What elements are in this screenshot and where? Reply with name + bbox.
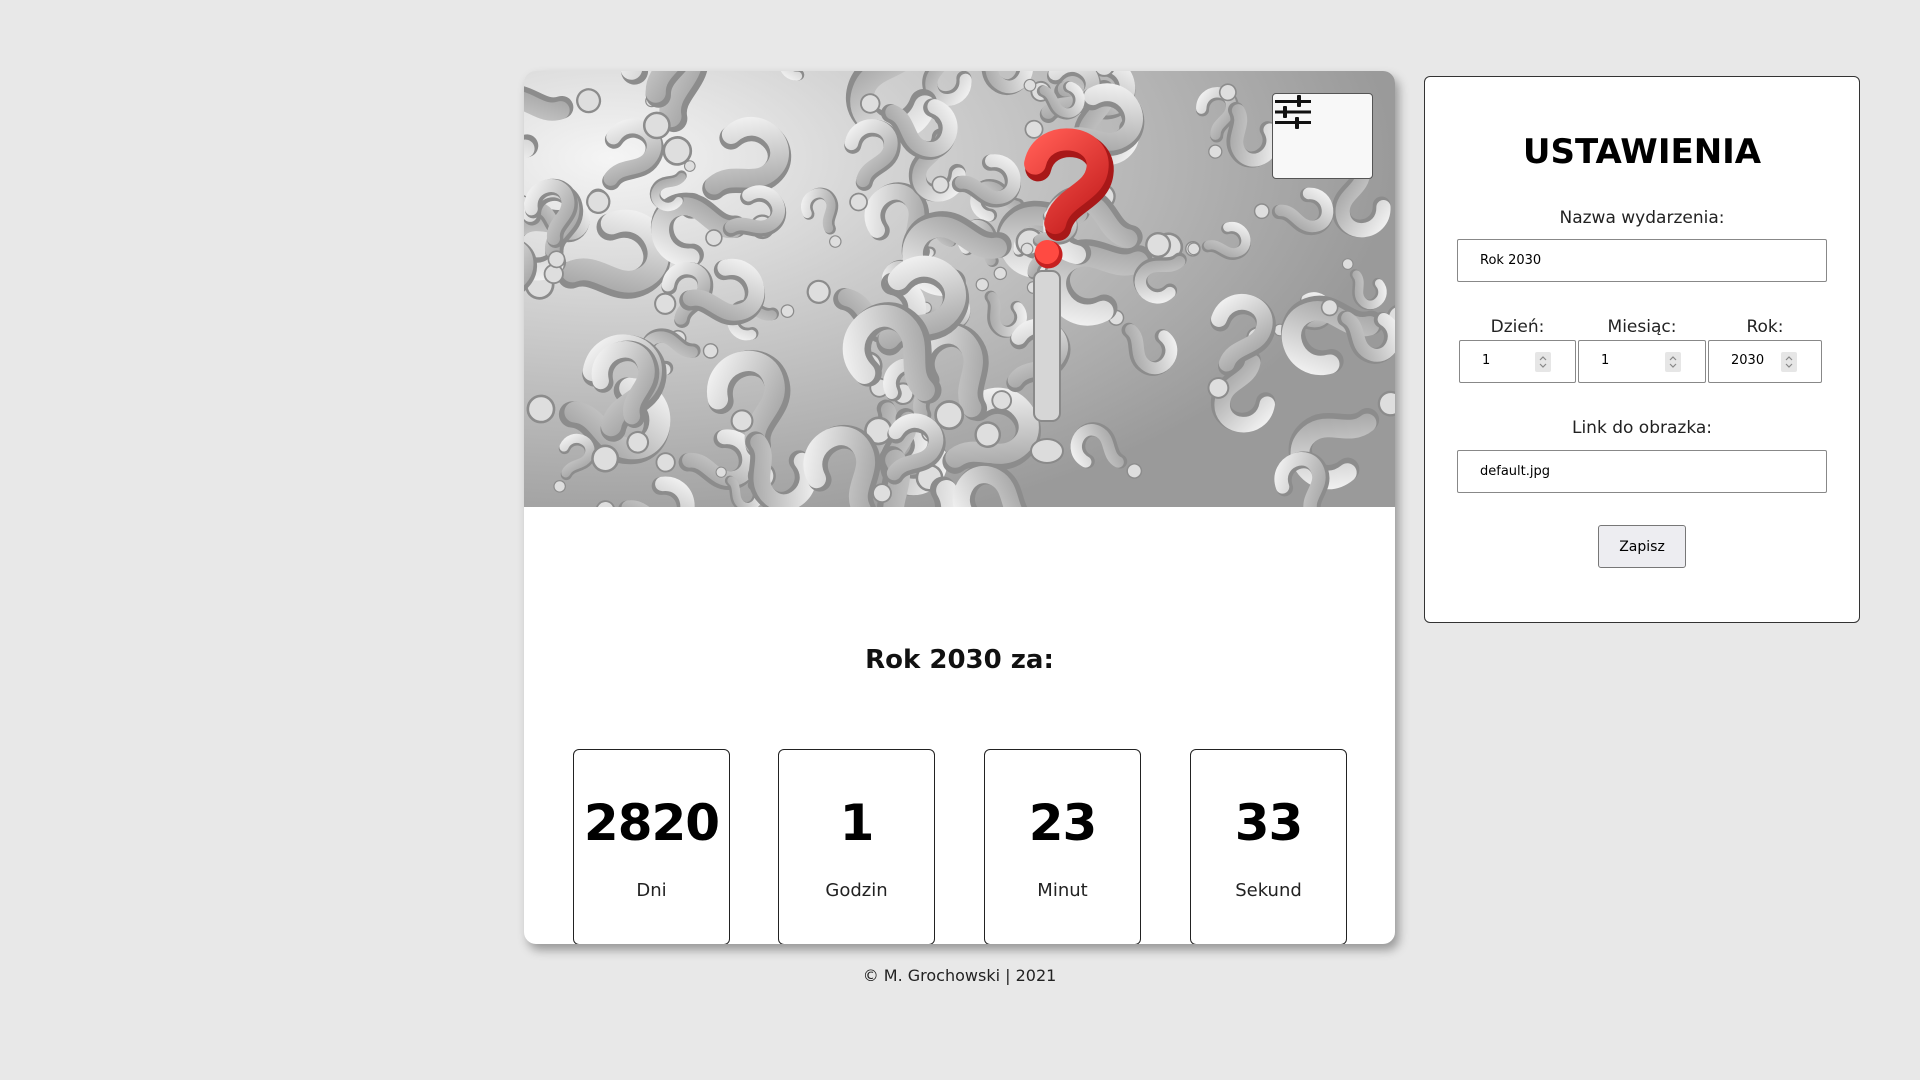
image-link-input[interactable] bbox=[1457, 450, 1827, 493]
settings-title: USTAWIENIA bbox=[1522, 132, 1762, 172]
counter-label: Minut bbox=[1037, 880, 1088, 901]
save-button[interactable]: Zapisz bbox=[1598, 525, 1686, 568]
question-marks-image bbox=[524, 71, 1395, 507]
spinner-arrows-icon bbox=[1785, 356, 1793, 368]
counter-seconds: 33 Sekund bbox=[1190, 749, 1347, 944]
counter-days: 2820 Dni bbox=[573, 749, 730, 944]
day-label: Dzień: bbox=[1490, 317, 1545, 337]
year-value: 2030 bbox=[1731, 353, 1765, 368]
counter-value: 23 bbox=[1028, 794, 1098, 852]
day-spinner[interactable] bbox=[1535, 352, 1551, 372]
counter-label: Dni bbox=[636, 880, 667, 901]
year-spinner[interactable] bbox=[1781, 352, 1797, 372]
settings-panel: USTAWIENIA Nazwa wydarzenia: Dzień: Mies… bbox=[1424, 76, 1860, 623]
counter-label: Godzin bbox=[825, 880, 888, 901]
month-input[interactable]: 1 bbox=[1578, 340, 1706, 383]
counter-hours: 1 Godzin bbox=[778, 749, 935, 944]
sliders-icon bbox=[1275, 95, 1311, 129]
month-spinner[interactable] bbox=[1665, 352, 1681, 372]
event-name-label: Nazwa wydarzenia: bbox=[1559, 208, 1725, 228]
counter-minutes: 23 Minut bbox=[984, 749, 1141, 944]
counter-value: 1 bbox=[839, 794, 875, 852]
event-title: Rok 2030 za: bbox=[865, 645, 1054, 675]
settings-toggle-button[interactable] bbox=[1272, 93, 1373, 179]
countdown-card: Rok 2030 za: 2820 Dni 1 Godzin 23 Minut … bbox=[524, 71, 1395, 944]
event-name-input[interactable] bbox=[1457, 239, 1827, 282]
image-link-label: Link do obrazka: bbox=[1571, 418, 1713, 438]
day-value: 1 bbox=[1482, 353, 1491, 368]
year-label: Rok: bbox=[1746, 317, 1784, 337]
counter-value: 2820 bbox=[583, 794, 720, 852]
day-input[interactable]: 1 bbox=[1459, 340, 1576, 383]
hero-image bbox=[524, 71, 1395, 507]
month-label: Miesiąc: bbox=[1607, 317, 1677, 337]
counter-label: Sekund bbox=[1235, 880, 1302, 901]
counter-value: 33 bbox=[1234, 794, 1304, 852]
month-value: 1 bbox=[1601, 353, 1610, 368]
footer-copyright: © M. Grochowski | 2021 bbox=[862, 966, 1057, 985]
spinner-arrows-icon bbox=[1539, 356, 1547, 368]
year-input[interactable]: 2030 bbox=[1708, 340, 1822, 383]
spinner-arrows-icon bbox=[1669, 356, 1677, 368]
